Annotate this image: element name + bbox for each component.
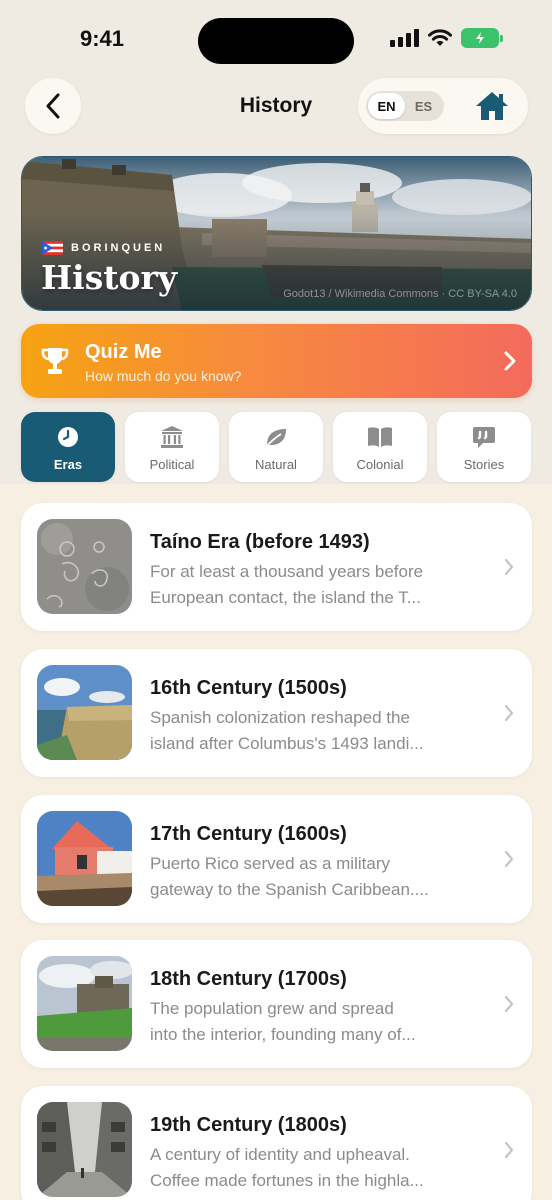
era-description-line: A century of identity and upheaval.: [150, 1145, 410, 1164]
speech-bubble-icon: [473, 427, 495, 448]
era-card-16th-century[interactable]: 16th Century (1500s) Spanish colonizatio…: [21, 649, 532, 777]
puerto-rico-flag-icon: [42, 241, 63, 255]
tab-label: Natural: [255, 457, 297, 472]
tab-label: Colonial: [356, 457, 404, 472]
back-button[interactable]: [25, 78, 81, 134]
era-description-line: Puerto Rico served as a military: [150, 854, 390, 873]
clock-icon: [58, 427, 78, 447]
nav-actions: EN ES: [358, 78, 528, 134]
tab-political[interactable]: Political: [125, 412, 219, 482]
era-title: Taíno Era (before 1493): [150, 531, 370, 553]
era-card-19th-century[interactable]: 19th Century (1800s) A century of identi…: [21, 1086, 532, 1200]
battery-charging-icon: [461, 28, 503, 48]
era-description-line: into the interior, founding many of...: [150, 1024, 416, 1044]
home-icon: [476, 92, 508, 120]
era-description-line: Coffee made fortunes in the highla...: [150, 1170, 424, 1190]
era-description-line: gateway to the Spanish Caribbean....: [150, 879, 429, 899]
era-card-17th-century[interactable]: 17th Century (1600s) Puerto Rico served …: [21, 795, 532, 923]
lang-option-es[interactable]: ES: [405, 93, 442, 119]
era-title: 17th Century (1600s): [150, 823, 347, 845]
era-description-line: The population grew and spread: [150, 999, 394, 1018]
era-description-line: Spanish colonization reshaped the: [150, 708, 410, 727]
era-description: The population grew and spread into the …: [150, 996, 480, 1047]
home-button[interactable]: [474, 89, 510, 123]
hero-eyebrow: BORINQUEN: [42, 241, 165, 255]
tab-natural[interactable]: Natural: [229, 412, 323, 482]
era-description-line: island after Columbus's 1493 landi...: [150, 733, 424, 753]
chapel-thumbnail: [37, 811, 132, 906]
language-toggle[interactable]: EN ES: [366, 91, 444, 121]
era-title: 18th Century (1700s): [150, 968, 347, 990]
tab-colonial[interactable]: Colonial: [333, 412, 427, 482]
hero-title: History: [41, 258, 178, 297]
status-time: 9:41: [80, 26, 125, 51]
era-description-line: For at least a thousand years before: [150, 562, 424, 581]
hilltop-fort-thumbnail: [37, 956, 132, 1051]
chevron-right-icon: [504, 558, 514, 576]
lang-option-en[interactable]: EN: [368, 93, 405, 119]
era-card-18th-century[interactable]: 18th Century (1700s) The population grew…: [21, 940, 532, 1068]
dynamic-island: [198, 18, 354, 64]
old-street-photo-thumbnail: [37, 1102, 132, 1197]
wifi-icon: [428, 29, 452, 46]
book-icon: [368, 427, 392, 447]
government-building-icon: [161, 426, 183, 448]
era-title: 16th Century (1500s): [150, 677, 347, 699]
era-description: For at least a thousand years before Eur…: [150, 559, 480, 610]
status-icons: [390, 28, 503, 48]
chevron-right-icon: [504, 704, 514, 722]
hero-kicker: BORINQUEN: [71, 242, 166, 254]
leaf-icon: [265, 429, 286, 448]
era-description-line: European contact, the island the T...: [150, 587, 421, 607]
chevron-left-icon: [46, 93, 60, 119]
coastal-fort-thumbnail: [37, 665, 132, 760]
tab-stories[interactable]: Stories: [437, 412, 531, 482]
photo-credit: Godot13 / Wikimedia Commons · CC BY-SA 4…: [283, 288, 517, 300]
tab-label: Stories: [463, 457, 505, 472]
tab-eras[interactable]: Eras: [21, 412, 115, 482]
trophy-icon: [41, 348, 69, 374]
era-title: 19th Century (1800s): [150, 1114, 347, 1136]
quiz-me-button[interactable]: Quiz Me How much do you know?: [21, 324, 532, 398]
quiz-title: Quiz Me: [85, 341, 162, 363]
chevron-right-icon: [504, 850, 514, 868]
hero-banner: BORINQUEN History Godot13 / Wikimedia Co…: [21, 156, 532, 311]
tab-label: Eras: [53, 457, 83, 472]
cellular-signal-icon: [390, 29, 419, 47]
chevron-right-icon: [504, 351, 516, 371]
chevron-right-icon: [504, 995, 514, 1013]
chevron-right-icon: [504, 1141, 514, 1159]
petroglyph-thumbnail: [37, 519, 132, 614]
era-description: Spanish colonization reshaped the island…: [150, 705, 480, 756]
era-card-taino[interactable]: Taíno Era (before 1493) For at least a t…: [21, 503, 532, 631]
era-description: A century of identity and upheaval. Coff…: [150, 1142, 480, 1193]
era-description: Puerto Rico served as a military gateway…: [150, 851, 480, 902]
tab-label: Political: [149, 457, 195, 472]
quiz-subtitle: How much do you know?: [85, 368, 242, 384]
